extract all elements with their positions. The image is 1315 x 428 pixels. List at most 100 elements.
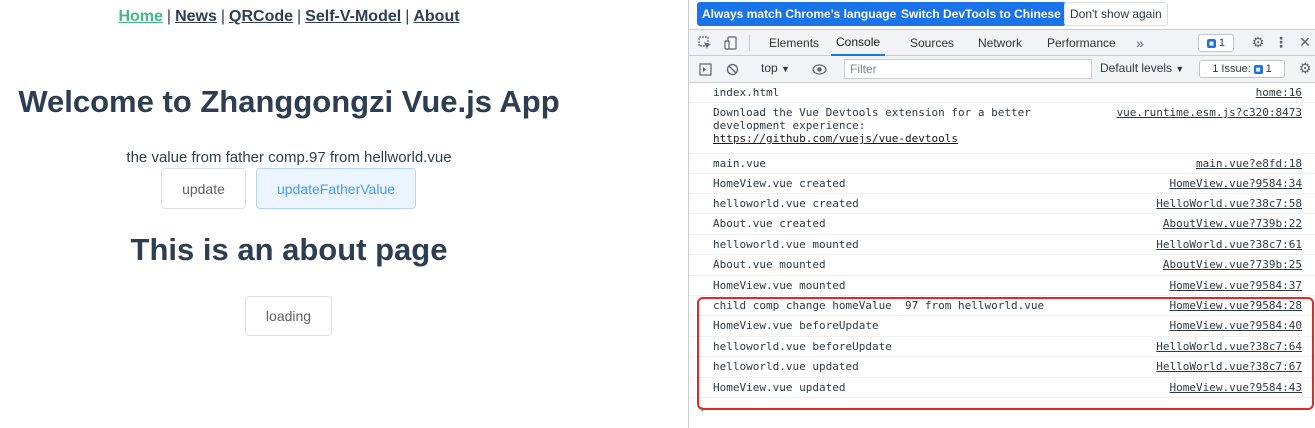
- console-row: helloworld.vue mounted HelloWorld.vue?38…: [689, 235, 1315, 255]
- clear-console-icon[interactable]: [722, 59, 742, 79]
- toolbar-divider: [749, 35, 750, 51]
- messages-badge[interactable]: ■ 1: [1198, 34, 1234, 52]
- vue-devtools-link[interactable]: https://github.com/vuejs/vue-devtools: [713, 132, 958, 145]
- device-toolbar-icon[interactable]: [721, 33, 741, 53]
- console-message: helloworld.vue mounted: [713, 238, 859, 251]
- console-message: index.html: [713, 86, 780, 99]
- console-row: child comp change homeValue 97 from hell…: [689, 296, 1315, 316]
- console-source-link[interactable]: vue.runtime.esm.js?c320:8473: [1117, 106, 1302, 119]
- more-options-icon[interactable]: ⋮: [1271, 33, 1291, 53]
- console-source-link[interactable]: HomeView.vue?9584:34: [1170, 177, 1302, 190]
- loading-button[interactable]: loading: [245, 296, 332, 336]
- vue-app-pane: Home | News | QRCode | Self-V-Model | About Welc…: [0, 0, 688, 428]
- console-message: child comp change homeValue 97 from hell…: [713, 299, 1045, 312]
- console-message: About.vue created: [713, 217, 826, 230]
- nav-link-qrcode[interactable]: QRCode: [229, 8, 293, 25]
- console-row: HomeView.vue created HomeView.vue?9584:3…: [689, 174, 1315, 194]
- console-row: Download the Vue Devtools extension for …: [689, 103, 1315, 154]
- father-value-message: the value from father comp.97 from hellw…: [126, 149, 452, 166]
- console-prompt[interactable]: ›: [699, 402, 706, 416]
- console-row: main.vue main.vue?e8fd:18: [689, 154, 1315, 174]
- dropdown-arrow-icon: ▼: [781, 64, 790, 74]
- tab-elements[interactable]: Elements: [769, 30, 819, 56]
- context-label: top: [761, 61, 778, 75]
- live-expression-eye-icon[interactable]: [809, 59, 829, 79]
- nav-link-about[interactable]: About: [413, 8, 459, 25]
- console-message-text: Download the Vue Devtools extension for …: [713, 106, 1031, 132]
- console-source-link[interactable]: HomeView.vue?9584:28: [1170, 299, 1302, 312]
- issue-icon: ■: [1253, 64, 1263, 74]
- nav-separator: |: [166, 8, 172, 25]
- update-father-value-button[interactable]: updateFatherValue: [256, 168, 416, 209]
- console-settings-gear-icon[interactable]: ⚙: [1295, 59, 1315, 79]
- tab-console[interactable]: Console: [831, 30, 886, 56]
- console-row: About.vue created AboutView.vue?739b:22: [689, 214, 1315, 235]
- console-row: HomeView.vue beforeUpdate HomeView.vue?9…: [689, 316, 1315, 337]
- nav-separator: |: [405, 8, 410, 25]
- console-message: HomeView.vue updated: [713, 381, 846, 394]
- tab-performance[interactable]: Performance: [1047, 30, 1116, 56]
- more-tabs-button[interactable]: »: [1136, 30, 1144, 56]
- console-source-link[interactable]: HelloWorld.vue?38c7:58: [1156, 197, 1302, 210]
- console-message: main.vue: [713, 157, 766, 170]
- console-row: helloworld.vue updated HelloWorld.vue?38…: [689, 357, 1315, 378]
- settings-gear-icon[interactable]: ⚙: [1248, 33, 1268, 53]
- console-source-link[interactable]: HomeView.vue?9584:37: [1170, 279, 1302, 292]
- issues-count: 1: [1265, 63, 1272, 75]
- console-message: HomeView.vue beforeUpdate: [713, 319, 879, 332]
- console-source-link[interactable]: AboutView.vue?739b:22: [1163, 217, 1302, 230]
- console-row: helloworld.vue created HelloWorld.vue?38…: [689, 194, 1315, 214]
- language-infobar: Always match Chrome's language Switch De…: [689, 0, 1315, 29]
- console-message: HomeView.vue created: [713, 177, 846, 190]
- dont-show-again-button[interactable]: Don't show again: [1064, 2, 1168, 26]
- console-row: index.html home:16: [689, 83, 1315, 103]
- update-button[interactable]: update: [161, 168, 246, 209]
- issues-badge[interactable]: 1 Issue: ■ 1: [1199, 60, 1285, 78]
- log-levels-dropdown[interactable]: Default levels ▼: [1100, 61, 1184, 75]
- top-nav: Home | News | QRCode | Self-V-Model | About: [0, 8, 578, 26]
- console-message: HomeView.vue mounted: [713, 279, 846, 292]
- console-output: index.html home:16 Download the Vue Devt…: [689, 83, 1315, 416]
- console-row: HomeView.vue updated HomeView.vue?9584:4…: [689, 378, 1315, 398]
- nav-separator: |: [297, 8, 302, 25]
- context-selector[interactable]: top ▼: [761, 61, 790, 75]
- dropdown-arrow-icon: ▼: [1175, 64, 1185, 74]
- console-row: helloworld.vue beforeUpdate HelloWorld.v…: [689, 337, 1315, 357]
- close-devtools-icon[interactable]: ✕: [1295, 33, 1315, 53]
- console-message: helloworld.vue created: [713, 197, 859, 210]
- inspect-element-icon[interactable]: [695, 33, 715, 53]
- console-source-link[interactable]: main.vue?e8fd:18: [1196, 157, 1302, 170]
- console-message: Download the Vue Devtools extension for …: [713, 106, 1031, 145]
- sidebar-toggle-icon[interactable]: [695, 59, 715, 79]
- always-match-language-button[interactable]: Always match Chrome's language: [697, 2, 902, 26]
- page-title: Welcome to Zhanggongzi Vue.js App: [18, 84, 560, 119]
- console-message: helloworld.vue updated: [713, 360, 859, 373]
- messages-count: 1: [1218, 37, 1225, 49]
- console-row: HomeView.vue mounted HomeView.vue?9584:3…: [689, 276, 1315, 296]
- console-source-link[interactable]: HomeView.vue?9584:40: [1170, 319, 1302, 332]
- tab-network[interactable]: Network: [978, 30, 1022, 56]
- devtools-tabbar: Elements Console Sources Network Perform…: [689, 29, 1315, 56]
- console-source-link[interactable]: HelloWorld.vue?38c7:64: [1156, 340, 1302, 353]
- console-row: About.vue mounted AboutView.vue?739b:25: [689, 255, 1315, 276]
- log-levels-label: Default levels: [1100, 61, 1173, 75]
- devtools-pane: Always match Chrome's language Switch De…: [688, 0, 1315, 428]
- console-source-link[interactable]: HelloWorld.vue?38c7:67: [1156, 360, 1302, 373]
- nav-separator: |: [220, 8, 226, 25]
- console-source-link[interactable]: HomeView.vue?9584:43: [1170, 381, 1302, 394]
- about-heading: This is an about page: [130, 232, 448, 267]
- nav-link-self-v-model[interactable]: Self-V-Model: [305, 8, 401, 25]
- console-filter-input[interactable]: Filter: [844, 59, 1092, 79]
- nav-link-home[interactable]: Home: [118, 8, 162, 25]
- console-message: About.vue mounted: [713, 258, 826, 271]
- message-icon: ■: [1207, 38, 1216, 48]
- console-source-link[interactable]: HelloWorld.vue?38c7:61: [1156, 238, 1302, 251]
- console-message: helloworld.vue beforeUpdate: [713, 340, 892, 353]
- tab-sources[interactable]: Sources: [910, 30, 954, 56]
- switch-to-chinese-button[interactable]: Switch DevTools to Chinese: [896, 2, 1066, 26]
- nav-link-news[interactable]: News: [175, 8, 217, 25]
- issues-label: 1 Issue:: [1212, 63, 1251, 75]
- console-source-link[interactable]: AboutView.vue?739b:25: [1163, 258, 1302, 271]
- console-source-link[interactable]: home:16: [1256, 86, 1302, 99]
- console-filterbar: top ▼ Filter Default levels ▼ 1 Issue: ■…: [689, 56, 1315, 83]
